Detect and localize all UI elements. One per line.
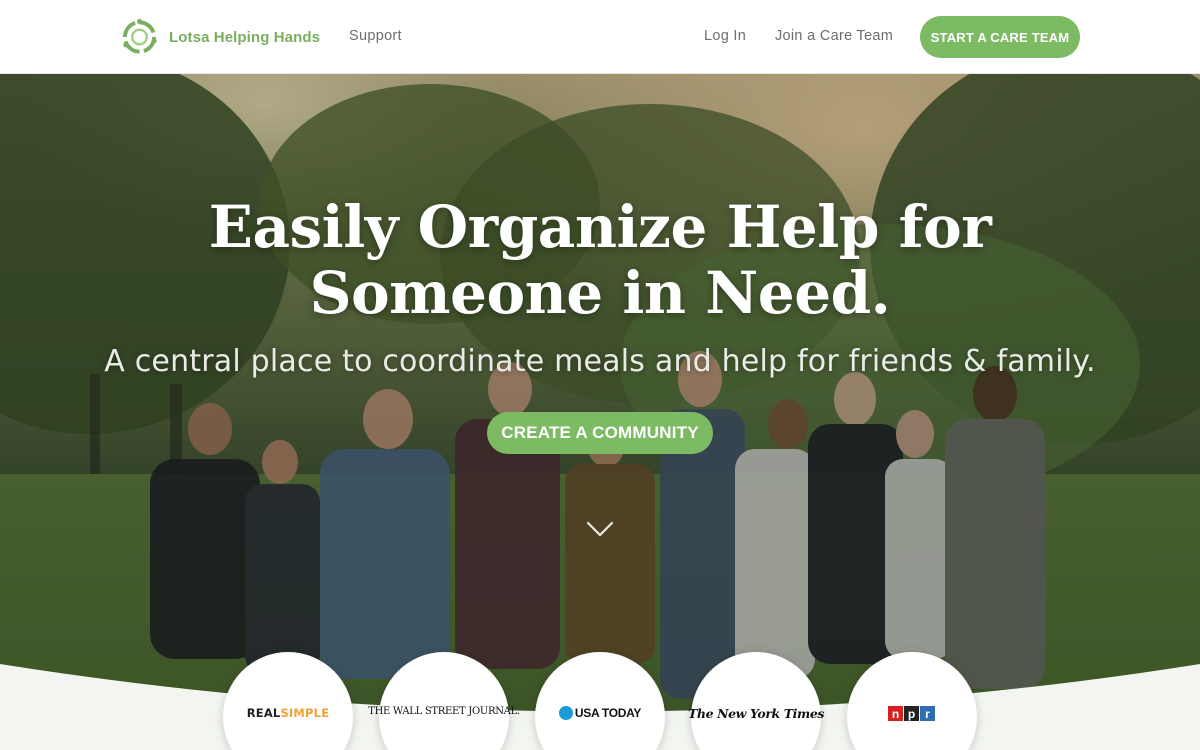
usa-today-logo: USA TODAY	[558, 706, 641, 720]
brand-name: Lotsa Helping Hands	[169, 28, 321, 46]
brand-logo-icon	[122, 18, 157, 54]
real-simple-logo: REALSIMPLE	[246, 706, 330, 720]
site-header: Lotsa Helping Hands Support Log In Join …	[0, 0, 1200, 74]
hero-section: Easily Organize Help for Someone in Need…	[0, 74, 1200, 750]
chevron-down-icon[interactable]	[586, 520, 614, 538]
wall-street-journal-logo: THE WALL STREET JOURNAL.	[368, 706, 520, 717]
usa-today-dot-icon	[558, 706, 573, 720]
nav-login-link[interactable]: Log In	[704, 28, 746, 44]
nav-support-link[interactable]: Support	[349, 28, 402, 44]
nav-join-care-team-link[interactable]: Join a Care Team	[775, 28, 893, 44]
new-york-times-logo: The New York Times	[687, 706, 825, 721]
npr-logo: n p r	[888, 706, 936, 721]
hero-subtitle: A central place to coordinate meals and …	[104, 344, 1096, 379]
brand-logo[interactable]: Lotsa Helping Hands	[120, 17, 320, 57]
hero-title: Easily Organize Help for Someone in Need…	[208, 193, 992, 327]
start-care-team-button[interactable]: START A CARE TEAM	[920, 16, 1080, 58]
create-community-button[interactable]: CREATE A COMMUNITY	[487, 412, 713, 454]
